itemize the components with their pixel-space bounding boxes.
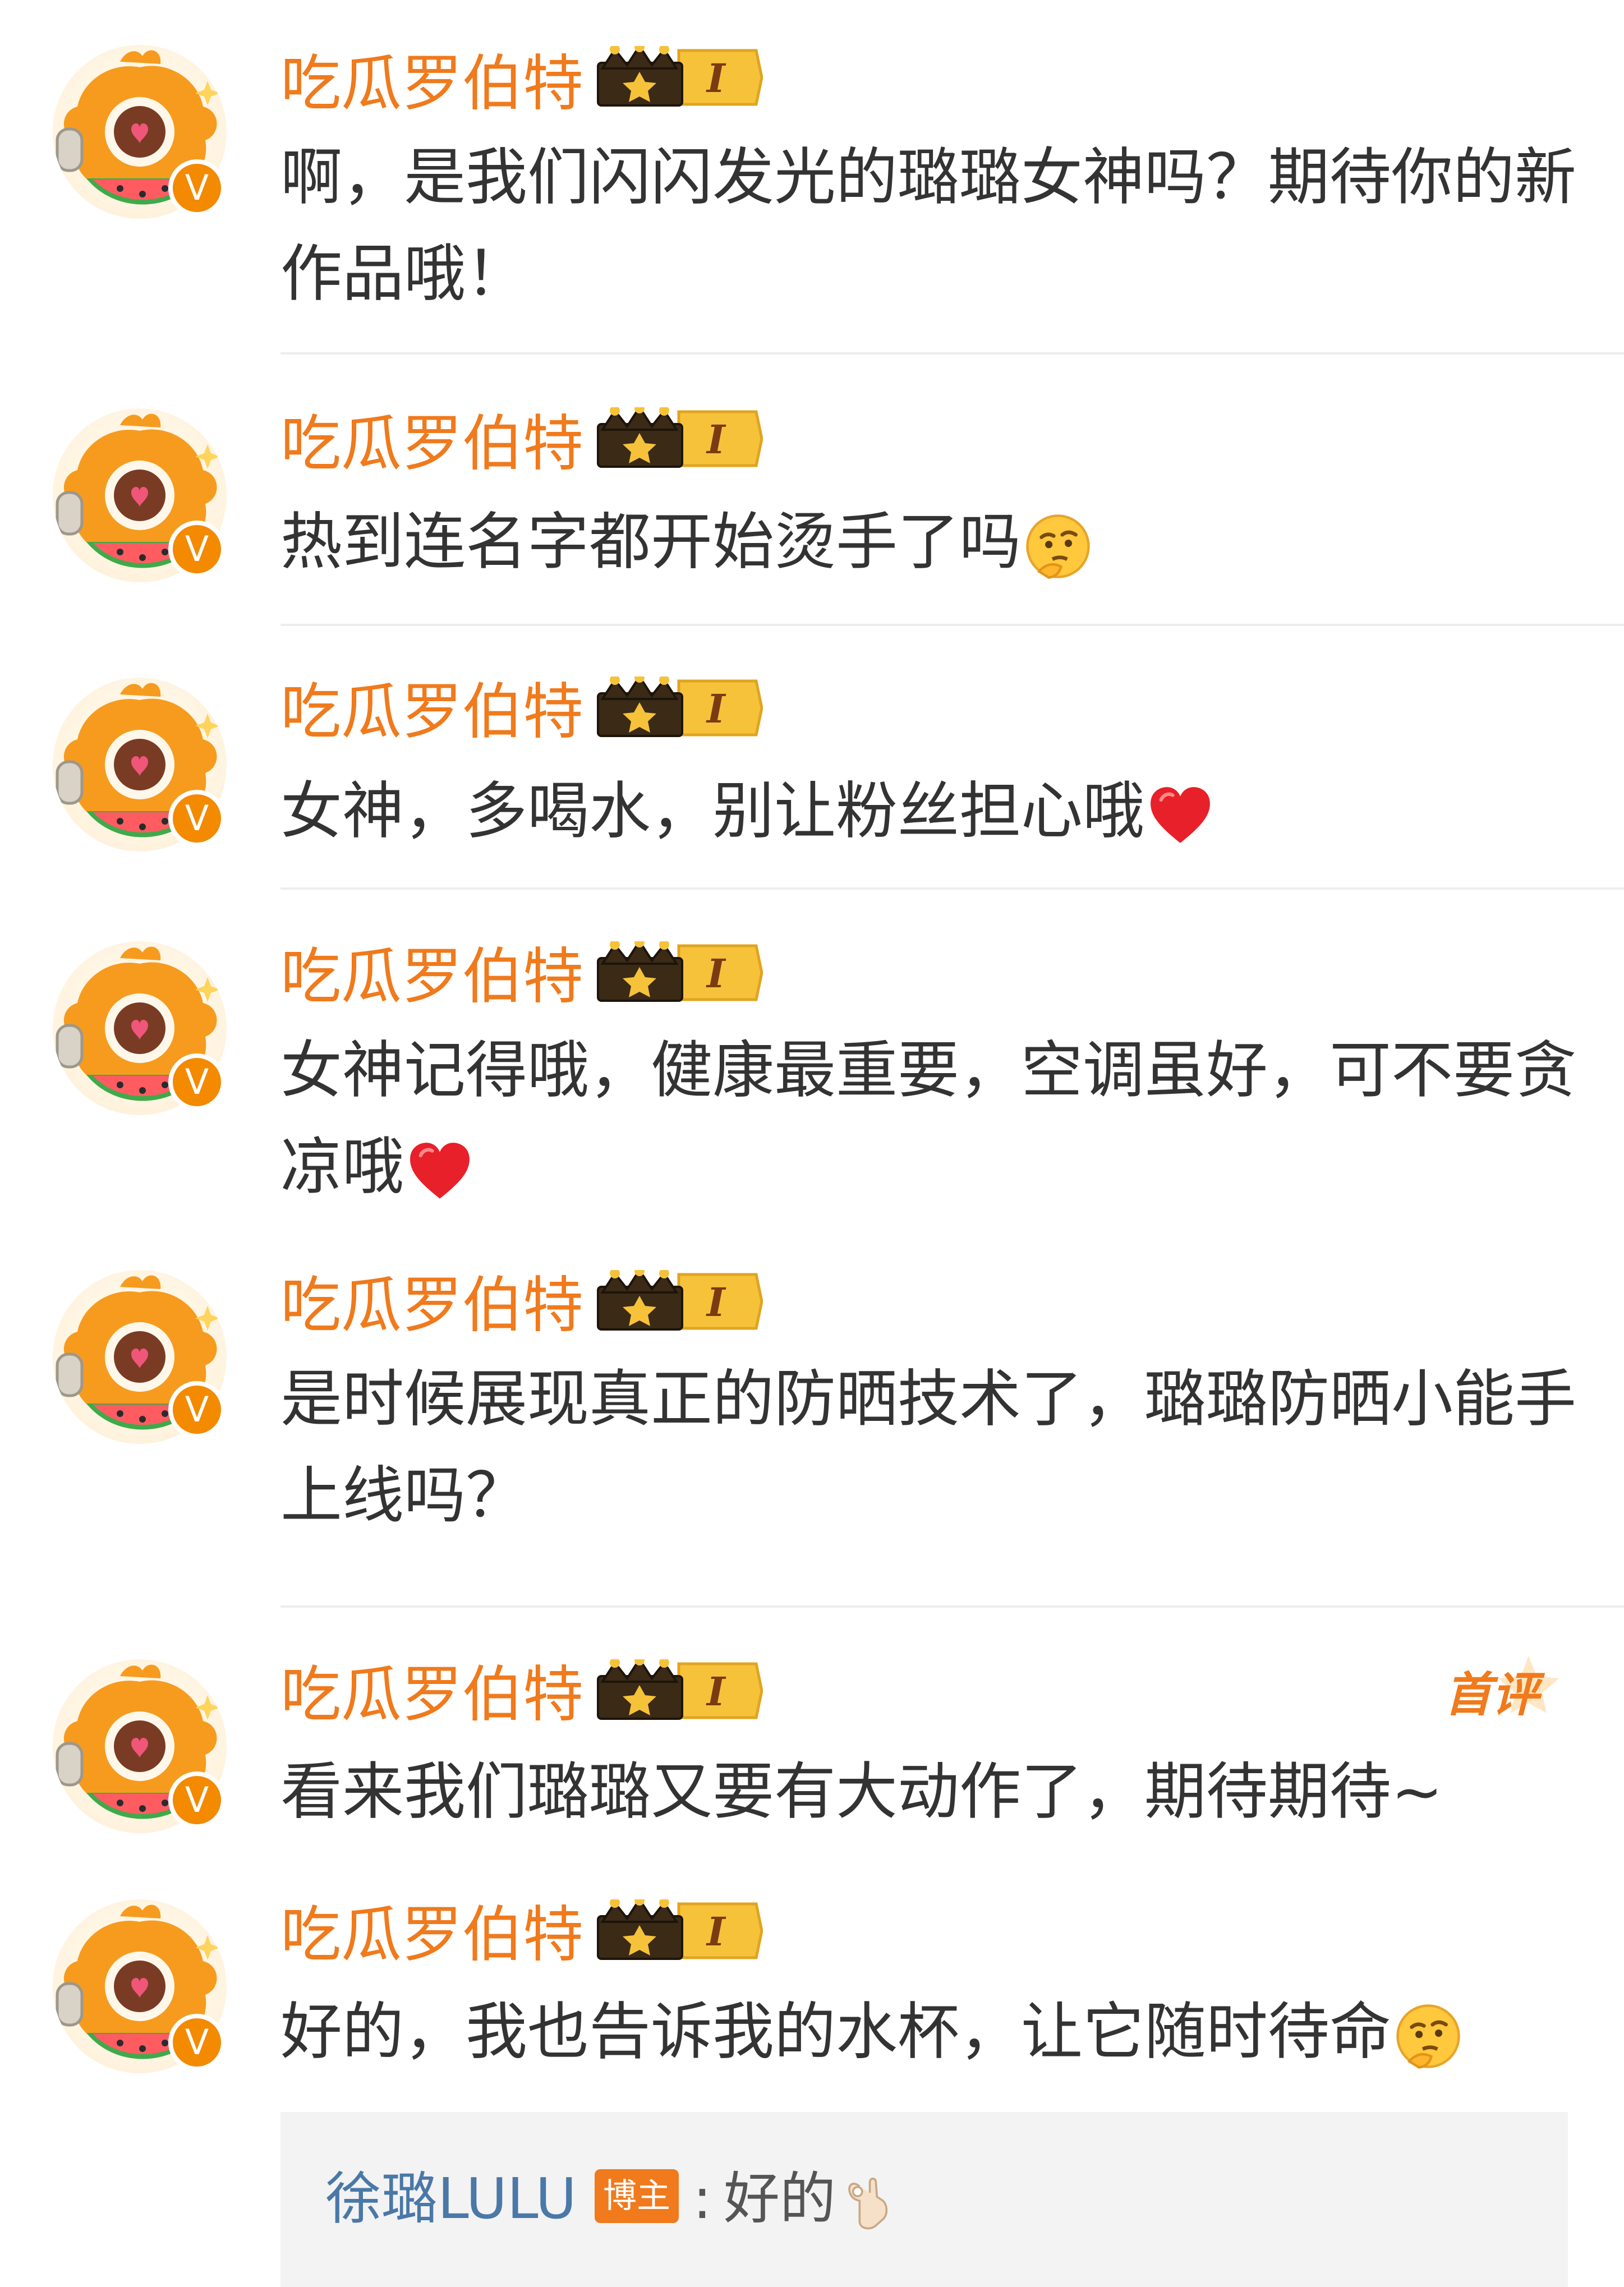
divider [280,887,1624,890]
crown-level-badge-icon[interactable] [595,941,763,1004]
verified-badge-icon: V [168,1053,226,1111]
verified-badge-icon: V [168,790,226,847]
comment-username[interactable]: 吃瓜罗伯特 [280,1896,583,1975]
reply-box[interactable]: 徐璐LULU 博主 : 好的 [280,2112,1568,2287]
reply-text: 好的 [724,2162,895,2237]
divider [280,624,1624,626]
ok-hand-icon [848,2177,888,2229]
comment-username[interactable]: 吃瓜罗伯特 [280,405,583,484]
divider [280,352,1624,355]
divider [280,1605,1624,1608]
crown-level-badge-icon[interactable] [595,1899,763,1962]
comment-text: 好的，我也告诉我的水杯，让它随时待命 [280,1984,1593,2080]
reply-colon: : [693,2166,712,2231]
blogger-tag: 博主 [595,2169,679,2223]
comment-text: 女神记得哦，健康最重要，空调虽好，可不要贪凉哦 [280,1022,1593,1215]
comment-username[interactable]: 吃瓜罗伯特 [280,1267,583,1345]
crown-level-badge-icon[interactable] [595,46,763,109]
crown-level-badge-icon[interactable] [595,1270,763,1333]
crown-level-badge-icon[interactable] [595,677,763,739]
thinking-face-icon [1395,2003,1462,2070]
verified-badge-icon: V [168,159,226,217]
verified-badge-icon: V [168,1381,226,1438]
comment-text: 啊，是我们闪闪发光的璐璐女神吗？期待你的新作品哦！ [280,141,1576,310]
thinking-face-icon [1024,513,1092,580]
comment-text-content: 女神记得哦，健康最重要，空调虽好，可不要贪凉哦 [280,1034,1576,1203]
comment-text-content: 女神，多喝水，别让粉丝担心哦 [280,775,1144,847]
comment-text-content: 热到连名字都开始烫手了吗 [280,506,1021,578]
verified-badge-icon: V [168,521,226,578]
verified-badge-icon: V [168,2014,226,2071]
comment-text: 看来我们璐璐又要有大动作了，期待期待~ [280,1756,1443,1828]
comment-username[interactable]: 吃瓜罗伯特 [280,45,583,123]
comment-text: 女神，多喝水，别让粉丝担心哦 [280,763,1593,859]
red-heart-icon [407,1140,472,1202]
reply-author[interactable]: 徐璐LULU [325,2162,577,2235]
reply-text-content: 好的 [724,2166,836,2231]
comment-text-content: 好的，我也告诉我的水杯，让它随时待命 [280,1996,1391,2068]
crown-level-badge-icon[interactable] [595,1659,763,1722]
comment-text: 热到连名字都开始烫手了吗 [280,494,1593,590]
crown-level-badge-icon[interactable] [595,407,763,470]
verified-badge-icon: V [168,1771,226,1829]
comment-username[interactable]: 吃瓜罗伯特 [280,673,583,752]
comment-username[interactable]: 吃瓜罗伯特 [280,1656,583,1734]
comment-text: 是时候展现真正的防晒技术了，璐璐防晒小能手上线吗？ [280,1363,1576,1531]
comment-username[interactable]: 吃瓜罗伯特 [280,938,583,1016]
first-comment-tag: 首评 [1444,1667,1539,1722]
red-heart-icon [1148,785,1213,846]
